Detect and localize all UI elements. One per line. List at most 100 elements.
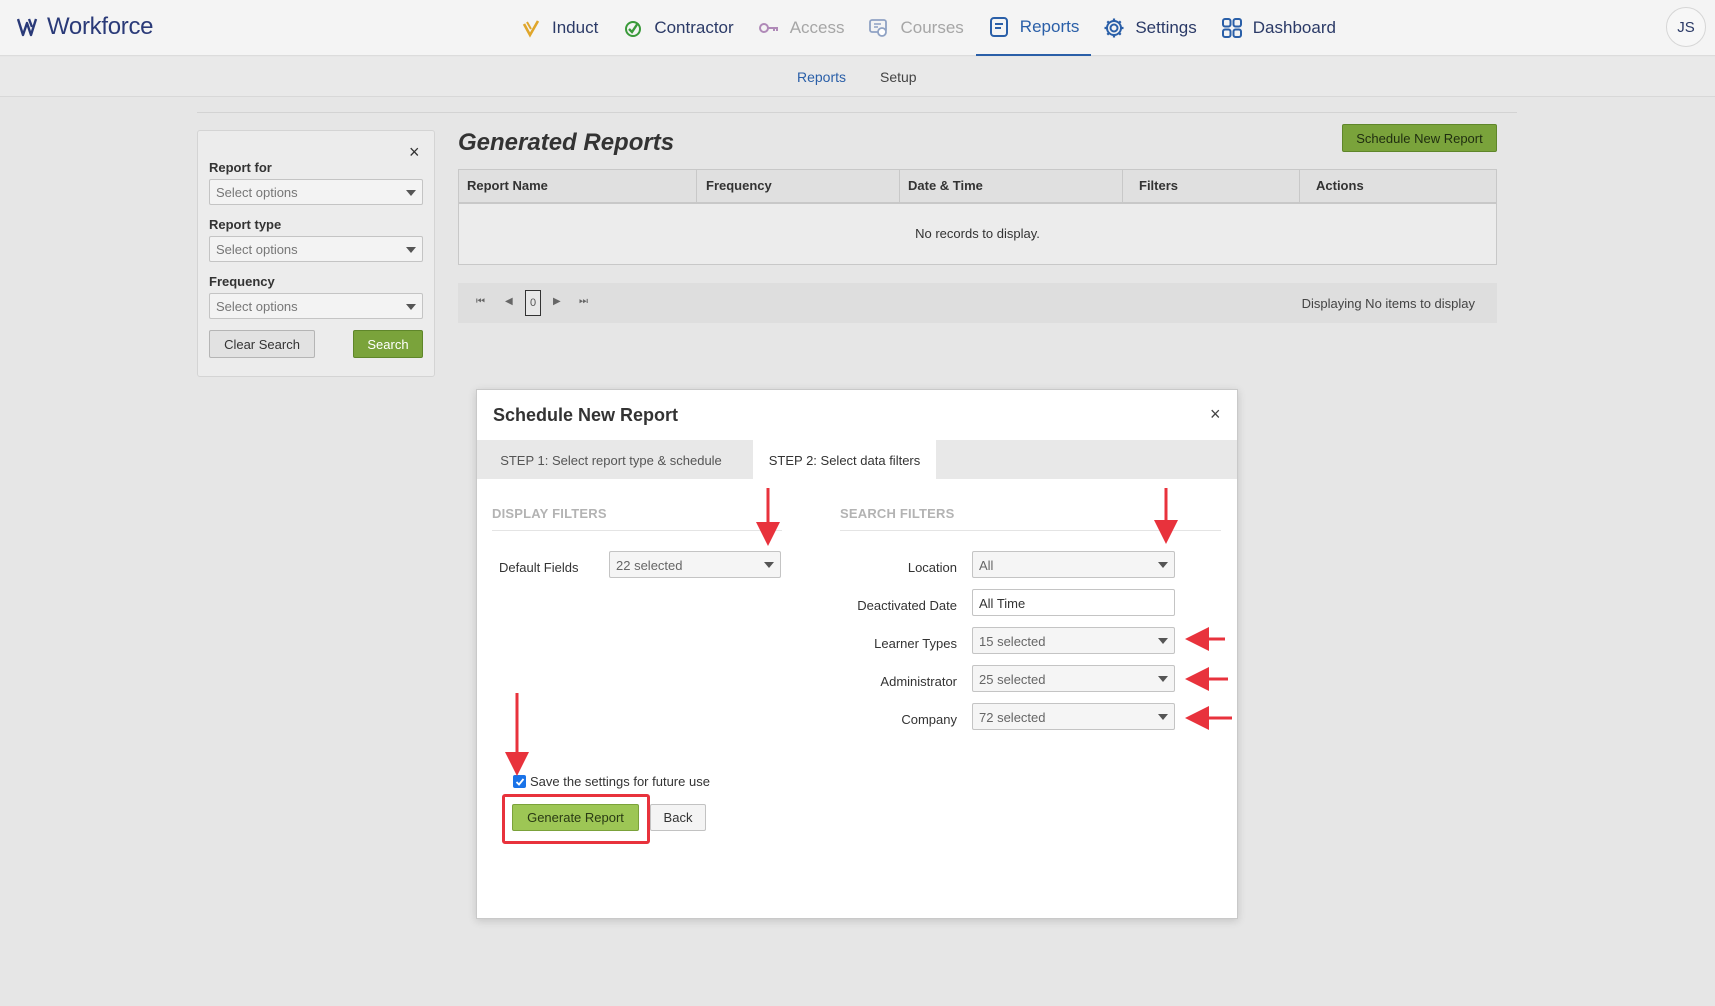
- nav-label-contractor: Contractor: [654, 18, 734, 37]
- column-header-filters[interactable]: Filters: [1123, 170, 1300, 202]
- nav-item-access[interactable]: Access: [746, 0, 857, 56]
- administrator-select[interactable]: 25 selected: [972, 665, 1175, 692]
- user-avatar[interactable]: JS: [1666, 7, 1706, 47]
- display-filters-divider: [492, 530, 782, 531]
- prev-page-icon[interactable]: ◀: [505, 296, 513, 307]
- location-select[interactable]: All: [972, 551, 1175, 578]
- pager-status: Displaying No items to display: [1301, 296, 1475, 311]
- schedule-new-report-button[interactable]: Schedule New Report: [1342, 124, 1497, 152]
- deactivated-date-label: Deactivated Date: [857, 598, 957, 613]
- administrator-label: Administrator: [880, 674, 957, 689]
- save-settings-label: Save the settings for future use: [530, 774, 710, 789]
- top-navbar: Workforce Induct Contractor Access Cours…: [0, 0, 1715, 56]
- location-value: All: [979, 558, 994, 573]
- grid-pager: ⏮ ◀ 0 ▶ ⏭ Displaying No items to display: [458, 283, 1497, 323]
- chevron-down-icon: [1158, 676, 1168, 682]
- frequency-placeholder: Select options: [216, 299, 298, 314]
- page-title: Generated Reports: [458, 129, 675, 156]
- company-select[interactable]: 72 selected: [972, 703, 1175, 730]
- filter-close-icon[interactable]: ×: [409, 142, 420, 163]
- learner-types-value: 15 selected: [979, 634, 1046, 649]
- frequency-label: Frequency: [209, 274, 275, 289]
- column-header-actions[interactable]: Actions: [1300, 170, 1496, 202]
- nav-item-contractor[interactable]: Contractor: [610, 0, 745, 56]
- search-button[interactable]: Search: [353, 330, 423, 358]
- company-label: Company: [901, 712, 957, 727]
- schedule-report-modal: Schedule New Report × STEP 1: Select rep…: [476, 389, 1238, 919]
- chevron-down-icon: [406, 190, 416, 196]
- induct-icon: [520, 17, 542, 39]
- dashboard-grid-icon: [1221, 17, 1243, 39]
- contractor-icon: [622, 17, 644, 39]
- access-key-icon: [758, 17, 780, 39]
- display-filters-heading: DISPLAY FILTERS: [492, 506, 607, 521]
- gear-icon: [1103, 17, 1125, 39]
- learner-types-label: Learner Types: [874, 636, 957, 651]
- filter-panel: × Report for Select options Report type …: [197, 130, 435, 377]
- frequency-select[interactable]: Select options: [209, 293, 423, 319]
- nav-label-reports: Reports: [1019, 17, 1080, 36]
- generate-report-button[interactable]: Generate Report: [512, 804, 639, 831]
- column-header-report-name[interactable]: Report Name: [459, 170, 697, 202]
- first-page-icon[interactable]: ⏮: [476, 296, 485, 307]
- last-page-icon[interactable]: ⏭: [579, 296, 588, 307]
- page-number[interactable]: 0: [525, 290, 541, 316]
- save-settings-checkbox[interactable]: [513, 775, 526, 788]
- nav-label-settings: Settings: [1135, 18, 1197, 37]
- column-header-date-time[interactable]: Date & Time: [900, 170, 1123, 202]
- nav-item-courses[interactable]: Courses: [856, 0, 975, 56]
- back-button[interactable]: Back: [650, 804, 706, 831]
- main-nav: Induct Contractor Access Courses Reports: [508, 0, 1348, 56]
- location-label: Location: [907, 560, 957, 575]
- report-type-select[interactable]: Select options: [209, 236, 423, 262]
- tab-step-1[interactable]: STEP 1: Select report type & schedule: [494, 440, 728, 479]
- nav-label-dashboard: Dashboard: [1252, 18, 1336, 37]
- workforce-logo[interactable]: Workforce: [17, 13, 154, 41]
- chevron-down-icon: [1158, 562, 1168, 568]
- subnav-setup-link[interactable]: Setup: [880, 69, 917, 85]
- deactivated-date-input[interactable]: All Time: [972, 589, 1175, 616]
- modal-close-icon[interactable]: ×: [1210, 404, 1221, 425]
- search-filters-heading: SEARCH FILTERS: [840, 506, 955, 521]
- nav-item-settings[interactable]: Settings: [1091, 0, 1208, 56]
- nav-item-induct[interactable]: Induct: [508, 0, 610, 56]
- learner-types-select[interactable]: 15 selected: [972, 627, 1175, 654]
- nav-label-induct: Induct: [552, 18, 599, 37]
- report-for-select[interactable]: Select options: [209, 179, 423, 205]
- report-type-placeholder: Select options: [216, 242, 298, 257]
- reports-icon: [988, 16, 1010, 38]
- report-for-label: Report for: [209, 160, 272, 175]
- nav-label-courses: Courses: [900, 18, 964, 37]
- chevron-down-icon: [764, 562, 774, 568]
- content-divider: [197, 112, 1517, 113]
- nav-label-access: Access: [789, 18, 845, 37]
- search-filters-divider: [840, 530, 1221, 531]
- company-value: 72 selected: [979, 710, 1046, 725]
- chevron-down-icon: [1158, 714, 1168, 720]
- subnav-reports-link[interactable]: Reports: [797, 69, 846, 85]
- tab-step-2[interactable]: STEP 2: Select data filters: [753, 440, 936, 479]
- default-fields-select[interactable]: 22 selected: [609, 551, 781, 578]
- checkmark-icon: [515, 777, 524, 786]
- clear-search-button[interactable]: Clear Search: [209, 330, 315, 358]
- brand-name: Workforce: [47, 13, 154, 40]
- chevron-down-icon: [1158, 638, 1168, 644]
- nav-item-reports[interactable]: Reports: [975, 0, 1092, 56]
- modal-tabstrip: STEP 1: Select report type & schedule ST…: [477, 440, 1237, 479]
- nav-item-dashboard[interactable]: Dashboard: [1209, 0, 1348, 56]
- column-header-frequency[interactable]: Frequency: [697, 170, 900, 202]
- default-fields-label: Default Fields: [499, 560, 579, 575]
- modal-title: Schedule New Report: [493, 405, 679, 425]
- chevron-down-icon: [406, 247, 416, 253]
- reports-grid: Report Name Frequency Date & Time Filter…: [458, 169, 1497, 265]
- grid-header: Report Name Frequency Date & Time Filter…: [459, 170, 1496, 204]
- chevron-down-icon: [406, 304, 416, 310]
- save-settings-row: Save the settings for future use: [513, 774, 710, 789]
- report-type-label: Report type: [209, 217, 282, 232]
- next-page-icon[interactable]: ▶: [553, 296, 561, 307]
- sub-navbar: Reports Setup: [0, 57, 1715, 97]
- courses-icon: [868, 17, 890, 39]
- administrator-value: 25 selected: [979, 672, 1046, 687]
- workforce-logo-icon: [17, 18, 38, 37]
- report-for-placeholder: Select options: [216, 185, 298, 200]
